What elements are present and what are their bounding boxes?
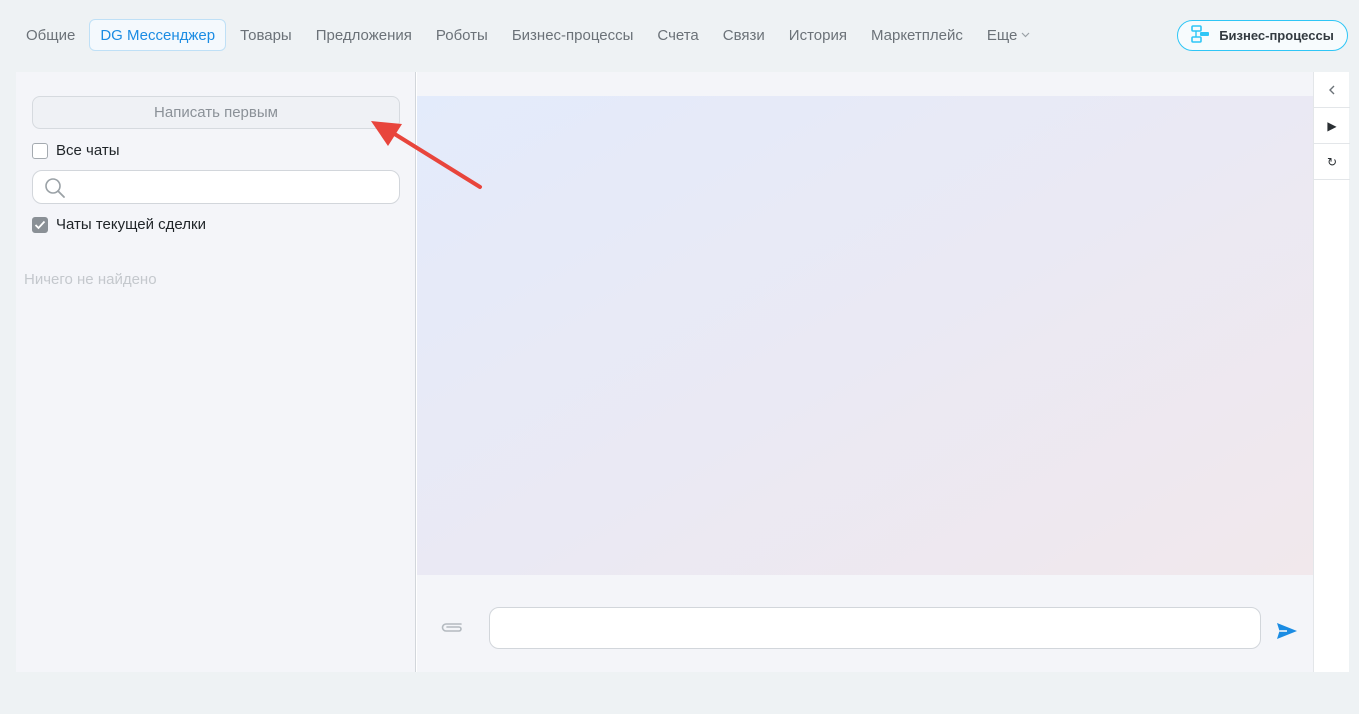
business-processes-button[interactable]: Бизнес-процессы — [1177, 20, 1348, 51]
tab-products[interactable]: Товары — [228, 19, 304, 51]
empty-results-note: Ничего не найдено — [24, 271, 157, 288]
current-deal-chats-checkbox-row[interactable]: Чаты текущей сделки — [32, 216, 206, 233]
tab-history[interactable]: История — [777, 19, 859, 51]
tab-more[interactable]: Еще — [975, 19, 1043, 51]
tab-offers[interactable]: Предложения — [304, 19, 424, 51]
tab-marketplace[interactable]: Маркетплейс — [859, 19, 975, 51]
current-deal-chats-checkbox[interactable] — [32, 216, 48, 233]
play-icon[interactable]: ▶ — [1314, 108, 1350, 144]
business-process-icon — [1191, 25, 1211, 46]
search-icon — [44, 177, 66, 204]
message-composer — [417, 575, 1313, 672]
tab-robots[interactable]: Роботы — [424, 19, 500, 51]
all-chats-checkbox[interactable] — [32, 142, 48, 159]
send-icon[interactable] — [1275, 621, 1299, 646]
tab-general[interactable]: Общие — [16, 19, 87, 51]
chat-list-panel: Написать первым Все чаты Чаты текущей сд… — [16, 72, 416, 672]
right-tool-rail: ▶ ↻ — [1313, 72, 1350, 672]
tab-more-label: Еще — [986, 26, 1018, 44]
chevron-left-icon[interactable] — [1314, 72, 1350, 108]
all-chats-checkbox-row[interactable]: Все чаты — [32, 142, 120, 159]
chevron-down-icon — [1021, 30, 1030, 41]
refresh-icon[interactable]: ↻ — [1314, 144, 1350, 180]
tab-business-processes[interactable]: Бизнес-процессы — [500, 19, 646, 51]
current-deal-chats-label: Чаты текущей сделки — [56, 216, 206, 233]
top-bar: Общие DG Мессенджер Товары Предложения Р… — [0, 0, 1359, 72]
checkmark-icon — [34, 220, 46, 229]
chat-area — [417, 72, 1313, 672]
tab-relations[interactable]: Связи — [711, 19, 777, 51]
all-chats-label: Все чаты — [56, 142, 120, 159]
chat-header-strip — [417, 72, 1313, 96]
main-panel: Написать первым Все чаты Чаты текущей сд… — [16, 72, 1350, 672]
message-input[interactable] — [490, 608, 1260, 648]
write-first-button[interactable]: Написать первым — [32, 96, 400, 129]
chat-search-box[interactable] — [32, 170, 400, 204]
chat-message-area — [417, 96, 1313, 575]
chat-search-input[interactable] — [73, 175, 393, 199]
tab-dg-messenger[interactable]: DG Мессенджер — [89, 19, 227, 51]
message-input-box[interactable] — [489, 607, 1261, 649]
tab-strip: Общие DG Мессенджер Товары Предложения Р… — [16, 19, 1042, 51]
tab-invoices[interactable]: Счета — [645, 19, 710, 51]
business-processes-button-label: Бизнес-процессы — [1219, 28, 1334, 43]
paperclip-icon[interactable] — [439, 620, 465, 639]
